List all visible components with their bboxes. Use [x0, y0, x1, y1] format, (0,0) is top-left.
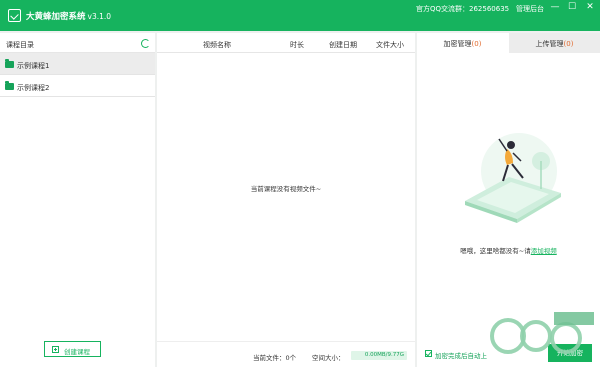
tab-upload-label: 上传管理	[535, 40, 564, 48]
empty-hint: 嗯哦，这里啥都没有~请添加视频	[417, 245, 600, 255]
course-item-label: 示例课程1	[17, 62, 50, 70]
close-button[interactable]: ✕	[583, 1, 597, 13]
maximize-button[interactable]: ☐	[565, 1, 579, 13]
auto-upload-label: 加密完成后自动上	[435, 352, 487, 360]
create-course-button[interactable]: 创建课程	[44, 341, 101, 357]
video-list-panel: 视频名称 时长 创建日期 文件大小 当前课程没有视频文件~ 当前文件：0个 空间…	[157, 33, 415, 367]
pc6-watermark-logo	[490, 312, 594, 354]
empty-state-text: 当前课程没有视频文件~	[250, 185, 322, 193]
space-usage-value: 0.00MB/9.77G	[364, 352, 404, 358]
app-name: 大黄蜂加密系统	[26, 12, 86, 22]
column-file-size[interactable]: 文件大小	[376, 40, 404, 50]
add-icon	[52, 346, 59, 353]
course-panel-title: 课程目录	[6, 41, 34, 49]
course-panel: 课程目录 示例课程1 示例课程2 创建课程	[0, 33, 155, 367]
title-bar: 大黄蜂加密系统 v3.1.0 官方QQ交流群：262560635 管理后台 — ☐…	[0, 0, 600, 31]
tab-encrypt-label: 加密管理	[443, 40, 472, 48]
empty-hint-text: 嗯哦，这里啥都没有~请	[460, 247, 531, 255]
task-tabs: 加密管理(0) 上传管理(0)	[417, 33, 600, 53]
app-logo-icon	[8, 9, 21, 22]
minimize-button[interactable]: —	[548, 1, 562, 13]
space-usage-bar: 0.00MB/9.77G	[351, 351, 407, 360]
refresh-icon[interactable]	[141, 39, 150, 48]
tab-upload-manage[interactable]: 上传管理(0)	[509, 33, 600, 53]
course-item-1[interactable]: 示例课程1	[0, 53, 155, 75]
video-list-footer: 当前文件：0个 空间大小： 0.00MB/9.77G	[157, 341, 415, 367]
folder-icon	[5, 59, 14, 68]
create-course-label: 创建课程	[64, 348, 90, 356]
tab-encrypt-count: (0)	[471, 40, 482, 48]
course-item-2[interactable]: 示例课程2	[0, 75, 155, 97]
qq-group-link[interactable]: 官方QQ交流群：262560635	[416, 4, 509, 14]
add-video-link[interactable]: 添加视频	[531, 247, 557, 255]
folder-icon	[5, 81, 14, 90]
app-title: 大黄蜂加密系统 v3.1.0	[26, 10, 111, 22]
video-table-header: 视频名称 时长 创建日期 文件大小	[157, 33, 415, 53]
empty-illustration	[465, 133, 561, 223]
course-item-label: 示例课程2	[17, 84, 50, 92]
column-video-name[interactable]: 视频名称	[203, 40, 231, 50]
auto-upload-checkbox[interactable]	[425, 350, 432, 357]
admin-link[interactable]: 管理后台	[516, 4, 544, 14]
tab-encrypt-manage[interactable]: 加密管理(0)	[417, 33, 508, 53]
course-panel-header: 课程目录	[0, 33, 155, 53]
app-version: v3.1.0	[87, 12, 112, 21]
tab-upload-count: (0)	[563, 40, 574, 48]
column-created-date[interactable]: 创建日期	[329, 40, 357, 50]
space-size-label: 空间大小：	[312, 354, 345, 362]
current-file-count: 当前文件：0个	[253, 354, 297, 362]
app-window: 大黄蜂加密系统 v3.1.0 官方QQ交流群：262560635 管理后台 — ☐…	[0, 0, 600, 367]
column-duration[interactable]: 时长	[290, 40, 304, 50]
